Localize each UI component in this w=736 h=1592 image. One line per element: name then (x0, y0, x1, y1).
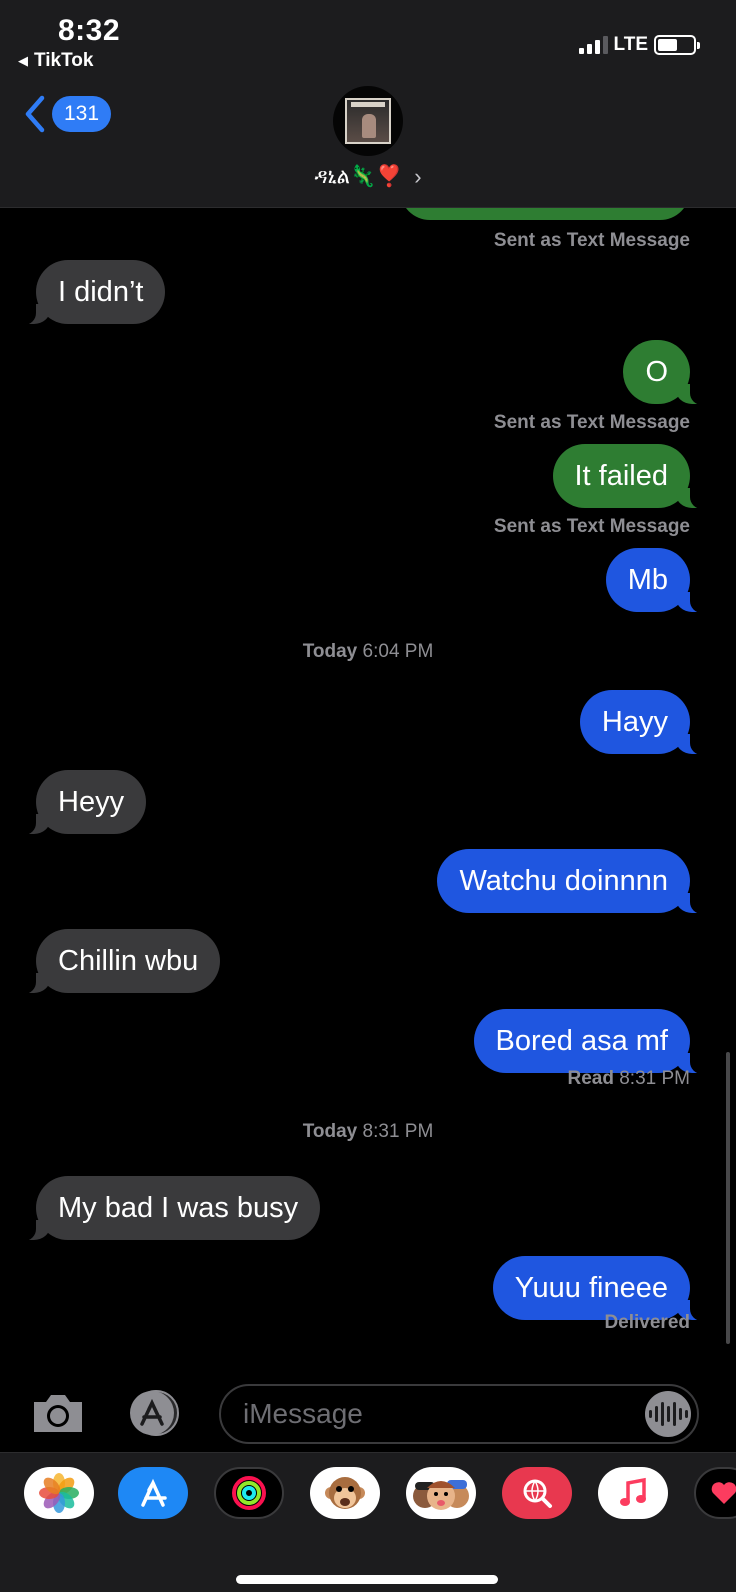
message-input[interactable] (221, 1386, 601, 1442)
battery-icon (654, 35, 700, 55)
incoming-message[interactable]: I didn’t (15, 260, 166, 325)
back-app-label: TikTok (34, 50, 94, 71)
web-search-icon[interactable] (502, 1467, 572, 1519)
read-receipt: Read 8:31 PM (567, 1068, 690, 1090)
outgoing-imessage[interactable]: Yuuu fineee (492, 1256, 711, 1321)
timestamp-day: Today (302, 1121, 358, 1142)
timestamp-time: 6:04 PM (362, 641, 434, 662)
incoming-message[interactable]: My bad I was busy (15, 1176, 321, 1241)
outgoing-sms-message[interactable]: O (623, 340, 710, 405)
music-icon[interactable] (598, 1467, 668, 1519)
timestamp-divider: Today 6:04 PM (0, 641, 736, 663)
outgoing-imessage[interactable]: Watchu doinnnn (437, 849, 710, 914)
outgoing-imessage[interactable]: Mb (605, 548, 711, 613)
cell-signal-icon (578, 36, 608, 54)
imessage-field[interactable] (219, 1384, 699, 1444)
imessage-app-drawer (0, 1452, 736, 1592)
app-store-drawer-icon[interactable] (125, 1390, 187, 1436)
unread-count-badge: 131 (52, 96, 112, 132)
contact-name: ዳኒል🦎❣️ (314, 165, 403, 188)
outgoing-sms-message[interactable]: It failed (552, 444, 710, 509)
app-store-icon[interactable] (118, 1467, 188, 1519)
message-list[interactable]: Sent as Text Message I didn’t O Sent as … (0, 208, 736, 1378)
back-button[interactable]: 131 (22, 94, 112, 134)
outgoing-imessage[interactable]: Bored asa mf (473, 1009, 711, 1074)
memoji-icon[interactable] (406, 1467, 476, 1519)
activity-icon[interactable] (214, 1467, 284, 1519)
status-indicators: LTE (578, 34, 700, 56)
home-indicator[interactable] (236, 1575, 498, 1584)
timestamp-divider: Today 8:31 PM (0, 1121, 736, 1143)
outgoing-imessage[interactable]: Hayy (579, 690, 711, 755)
delivered-receipt: Delivered (604, 1312, 690, 1333)
back-triangle-icon: ◀ (18, 53, 28, 68)
message-bubble-cutoff (400, 208, 690, 220)
photos-app-icon[interactable] (24, 1467, 94, 1519)
sent-as-text-label: Sent as Text Message (493, 412, 690, 433)
conversation-header: 8:32 ◀ TikTok LTE 131 ዳኒል🦎❣️ › (0, 0, 736, 208)
timestamp-time: 8:31 PM (362, 1121, 434, 1142)
chevron-right-icon: › (414, 164, 422, 189)
read-label: Read (567, 1068, 614, 1089)
chevron-left-icon (25, 95, 45, 133)
camera-icon[interactable] (30, 1390, 86, 1436)
sent-as-text-label: Sent as Text Message (493, 230, 690, 251)
incoming-message[interactable]: Heyy (15, 770, 147, 835)
incoming-message[interactable]: Chillin wbu (15, 929, 221, 994)
compose-bar (0, 1378, 736, 1452)
network-type: LTE (613, 34, 648, 55)
read-time: 8:31 PM (619, 1068, 690, 1089)
contact-avatar[interactable] (333, 86, 403, 156)
digital-touch-icon[interactable] (694, 1467, 736, 1519)
status-time: 8:32 (58, 14, 121, 47)
album-cover-avatar (345, 98, 391, 144)
animoji-icon[interactable] (310, 1467, 380, 1519)
timestamp-day: Today (302, 641, 358, 662)
contact-name-button[interactable]: ዳኒል🦎❣️ › (0, 164, 736, 190)
audio-message-icon[interactable] (645, 1391, 691, 1437)
sent-as-text-label: Sent as Text Message (493, 516, 690, 537)
back-to-app-link[interactable]: ◀ TikTok (18, 50, 93, 72)
scrollbar[interactable] (726, 1052, 730, 1344)
